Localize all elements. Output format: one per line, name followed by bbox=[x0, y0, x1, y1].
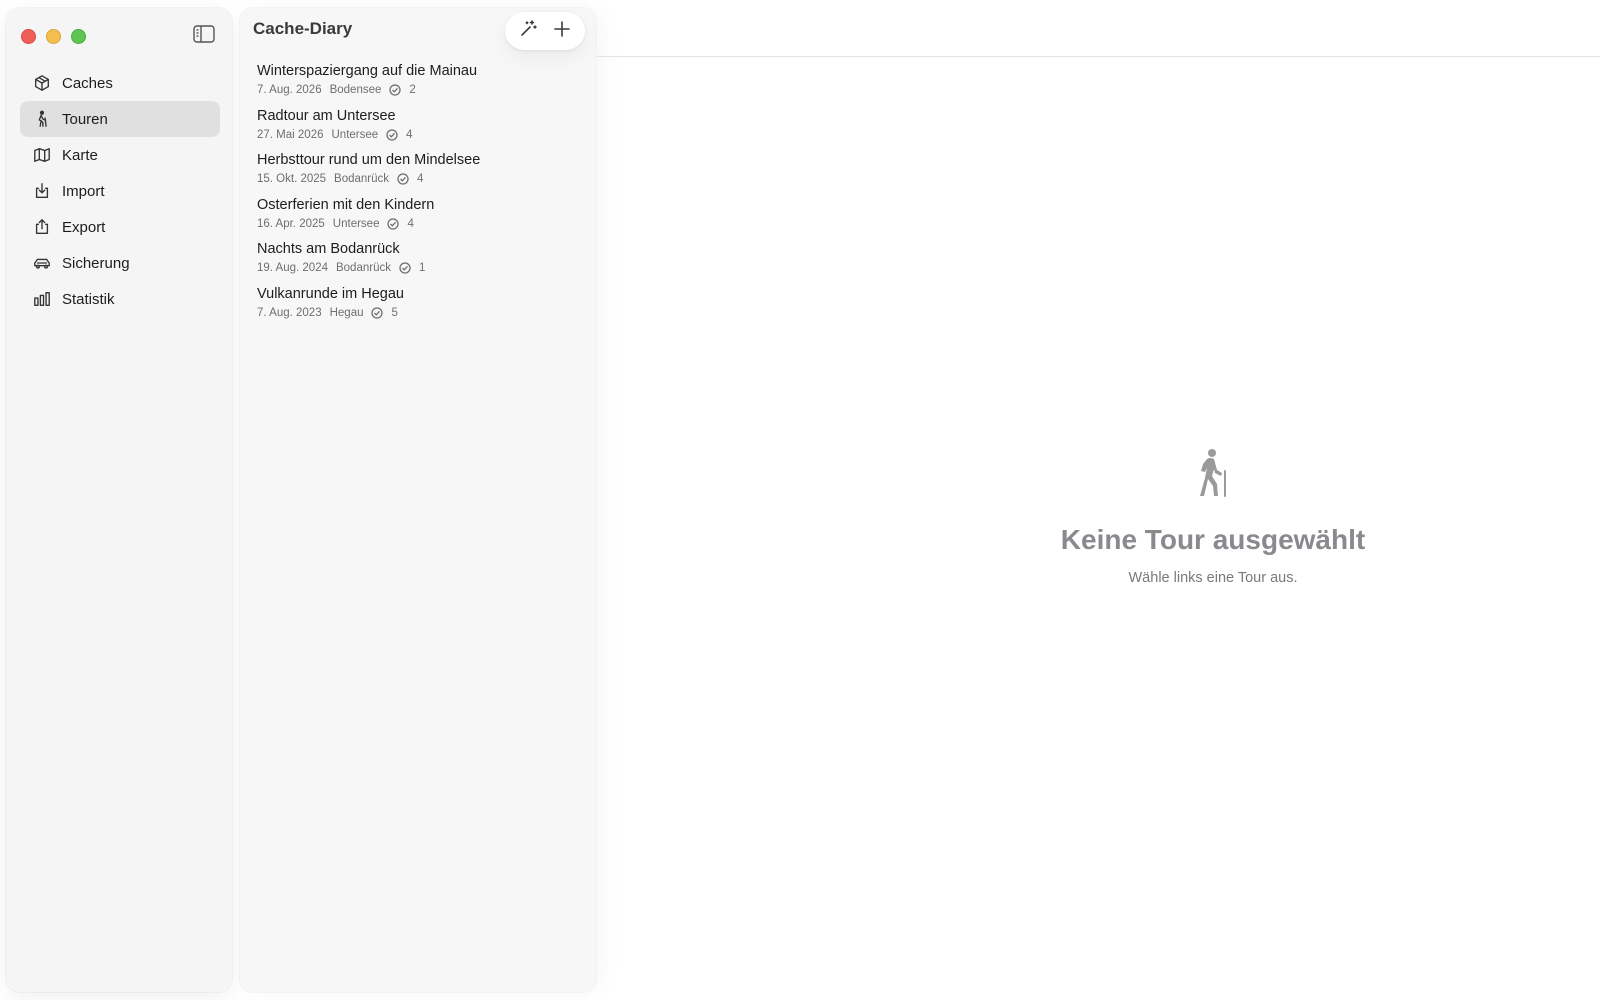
sidebar-item-statistik[interactable]: Statistik bbox=[20, 281, 220, 317]
tour-list: Winterspaziergang auf die Mainau 7. Aug.… bbox=[257, 62, 587, 330]
tour-date: 7. Aug. 2026 bbox=[257, 84, 322, 96]
map-icon bbox=[32, 145, 52, 165]
tour-count: 2 bbox=[409, 84, 416, 96]
tour-meta: 27. Mai 2026 Untersee 4 bbox=[257, 127, 587, 143]
list-item[interactable]: Herbsttour rund um den Mindelsee 15. Okt… bbox=[257, 151, 587, 196]
tour-count: 4 bbox=[417, 173, 424, 186]
tour-region: Bodanrück bbox=[334, 173, 390, 186]
tour-date: 27. Mai 2026 bbox=[257, 128, 324, 141]
tour-date: 16. Apr. 2025 bbox=[257, 217, 325, 230]
tour-name: Radtour am Untersee bbox=[257, 107, 396, 124]
import-icon bbox=[32, 181, 52, 201]
tour-count: 4 bbox=[407, 217, 414, 230]
car-icon bbox=[32, 253, 52, 273]
empty-subtitle: Wähle links eine Tour aus. bbox=[1128, 570, 1298, 586]
tour-list-panel: Cache-Diary Winterspaziergang auf die Ma… bbox=[240, 8, 596, 992]
sidebar-nav: Caches Touren Karte Import Export Sicher… bbox=[20, 65, 220, 317]
tour-meta: 19. Aug. 2024 Bodanrück 1 bbox=[257, 260, 587, 276]
tour-region: Hegau bbox=[329, 306, 364, 319]
sidebar-item-label: Touren bbox=[62, 110, 108, 128]
app-title: Cache-Diary bbox=[253, 19, 353, 38]
checkmark-circle-icon bbox=[399, 262, 411, 275]
sidebar-item-export[interactable]: Export bbox=[20, 209, 220, 245]
sidebar-item-label: Sicherung bbox=[62, 254, 130, 272]
checkmark-circle-icon bbox=[389, 84, 402, 96]
sidebar-item-label: Export bbox=[62, 218, 106, 236]
tour-name: Herbsttour rund um den Mindelsee bbox=[257, 152, 481, 169]
tour-date: 15. Okt. 2025 bbox=[257, 173, 327, 186]
sidebar-item-caches[interactable]: Caches bbox=[20, 65, 220, 101]
tour-region: Untersee bbox=[332, 217, 380, 230]
tour-count: 1 bbox=[418, 262, 426, 275]
cube-icon bbox=[32, 73, 52, 93]
tour-meta: 7. Aug. 2026 Bodensee 2 bbox=[257, 82, 587, 98]
list-toolbar bbox=[505, 12, 585, 50]
export-icon bbox=[32, 217, 52, 237]
sidebar-item-touren[interactable]: Touren bbox=[20, 101, 220, 137]
tour-region: Bodanrück bbox=[335, 262, 391, 275]
list-item[interactable]: Nachts am Bodanrück 19. Aug. 2024 Bodanr… bbox=[257, 240, 587, 285]
add-tour-button[interactable] bbox=[548, 17, 576, 45]
list-item[interactable]: Vulkanrunde im Hegau 7. Aug. 2023 Hegau … bbox=[257, 285, 587, 330]
list-item[interactable]: Winterspaziergang auf die Mainau 7. Aug.… bbox=[257, 62, 587, 107]
close-window-button[interactable] bbox=[21, 29, 36, 44]
empty-state: Keine Tour ausgewählt Wähle links eine T… bbox=[1040, 448, 1386, 586]
sidebar-item-karte[interactable]: Karte bbox=[20, 137, 220, 173]
checkmark-circle-icon bbox=[371, 307, 384, 319]
tour-name: Osterferien mit den Kindern bbox=[257, 196, 435, 213]
tour-region: Untersee bbox=[331, 128, 379, 141]
sidebar-item-label: Import bbox=[62, 182, 105, 200]
checkmark-circle-icon bbox=[387, 218, 400, 230]
sidebar: Caches Touren Karte Import Export Sicher… bbox=[6, 8, 232, 992]
sidebar-item-import[interactable]: Import bbox=[20, 173, 220, 209]
tour-meta: 15. Okt. 2025 Bodanrück 4 bbox=[257, 171, 587, 187]
tour-name: Nachts am Bodanrück bbox=[257, 241, 400, 258]
magic-wand-icon bbox=[518, 19, 538, 44]
checkmark-circle-icon bbox=[386, 128, 398, 141]
sidebar-item-label: Statistik bbox=[62, 290, 115, 308]
sidebar-toggle-icon bbox=[193, 24, 215, 48]
magic-button[interactable] bbox=[514, 17, 542, 45]
sidebar-item-label: Karte bbox=[62, 146, 98, 164]
tour-meta: 7. Aug. 2023 Hegau 5 bbox=[257, 305, 587, 321]
tour-count: 4 bbox=[406, 128, 413, 141]
detail-toolbar-divider bbox=[596, 56, 1600, 57]
list-item[interactable]: Osterferien mit den Kindern 16. Apr. 202… bbox=[257, 196, 587, 241]
checkmark-circle-icon bbox=[397, 173, 409, 185]
hiker-icon bbox=[32, 109, 52, 129]
app-window: Caches Touren Karte Import Export Sicher… bbox=[0, 0, 1600, 1000]
minimize-window-button[interactable] bbox=[46, 29, 61, 44]
empty-title: Keine Tour ausgewählt bbox=[1060, 524, 1366, 555]
tour-name: Winterspaziergang auf die Mainau bbox=[257, 63, 478, 79]
bar-chart-icon bbox=[32, 289, 52, 309]
sidebar-item-label: Caches bbox=[62, 74, 113, 92]
tour-date: 7. Aug. 2023 bbox=[257, 306, 322, 319]
list-item[interactable]: Radtour am Untersee 27. Mai 2026 Unterse… bbox=[257, 107, 587, 152]
tour-region: Bodensee bbox=[329, 84, 382, 96]
tour-count: 5 bbox=[391, 306, 398, 319]
plus-icon bbox=[552, 19, 572, 44]
hiker-icon bbox=[1040, 448, 1386, 502]
tour-name: Vulkanrunde im Hegau bbox=[257, 285, 404, 302]
sidebar-item-sicherung[interactable]: Sicherung bbox=[20, 245, 220, 281]
tour-meta: 16. Apr. 2025 Untersee 4 bbox=[257, 216, 587, 232]
sidebar-toggle-button[interactable] bbox=[192, 24, 216, 48]
tour-date: 19. Aug. 2024 bbox=[257, 262, 328, 275]
zoom-window-button[interactable] bbox=[71, 29, 86, 44]
